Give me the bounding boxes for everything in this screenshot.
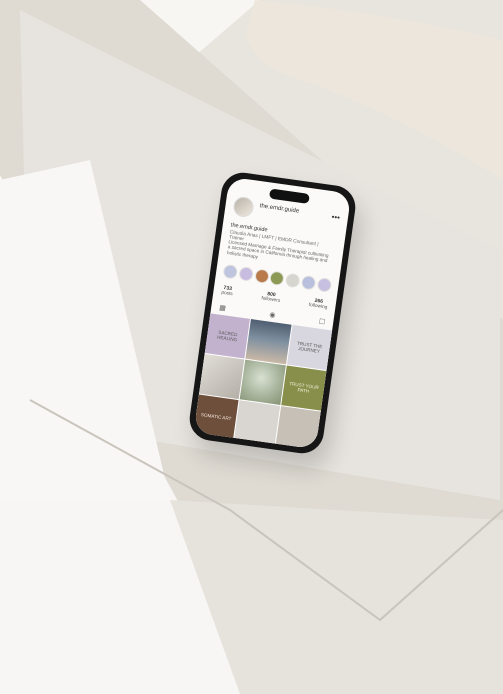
highlight-4[interactable] — [269, 270, 286, 287]
reels-icon[interactable]: ◉ — [269, 310, 276, 319]
grid-icon[interactable]: ▦ — [219, 303, 227, 312]
scene: the.emdr.guide ••• the.emdr.guide Claudi… — [0, 0, 503, 694]
post-tile-6-label: TRUST YOUR PATH — [288, 381, 320, 394]
post-tile-8[interactable] — [234, 400, 280, 446]
post-tile-8-label — [255, 421, 260, 426]
post-grid: SACRED HEALING TRUST THE JOURNEY TRUST Y… — [193, 313, 333, 450]
post-tile-1-label: SACRED HEALING — [216, 329, 238, 343]
post-tile-7-label: SOMATIC ART — [200, 412, 232, 422]
avatar[interactable] — [232, 195, 255, 219]
highlight-5[interactable] — [285, 272, 301, 289]
highlight-7[interactable] — [316, 277, 333, 293]
highlight-3[interactable] — [253, 268, 270, 285]
post-tile-6[interactable]: TRUST YOUR PATH — [280, 365, 327, 411]
post-tile-1[interactable]: SACRED HEALING — [204, 313, 251, 359]
highlight-6[interactable] — [300, 274, 317, 291]
post-tile-3[interactable]: TRUST THE JOURNEY — [286, 324, 333, 371]
highlight-1[interactable] — [222, 263, 239, 280]
post-tile-3-label: TRUST THE JOURNEY — [296, 340, 323, 354]
post-tile-9-label — [296, 426, 301, 431]
post-tile-5[interactable] — [239, 359, 286, 405]
posts-label: posts — [220, 290, 233, 298]
tagged-icon[interactable]: ☐ — [318, 317, 325, 326]
post-tile-4[interactable] — [199, 353, 245, 400]
post-tile-9[interactable] — [275, 406, 321, 450]
post-tile-2[interactable] — [245, 319, 292, 365]
profile-handle: the.emdr.guide — [259, 203, 300, 215]
post-tile-7[interactable]: SOMATIC ART — [193, 394, 239, 440]
post-tile-4-label — [220, 374, 225, 379]
post-tile-2-label — [266, 339, 271, 344]
highlight-2[interactable] — [238, 266, 254, 282]
post-tile-5-label — [260, 380, 265, 385]
more-icon[interactable]: ••• — [331, 212, 341, 222]
